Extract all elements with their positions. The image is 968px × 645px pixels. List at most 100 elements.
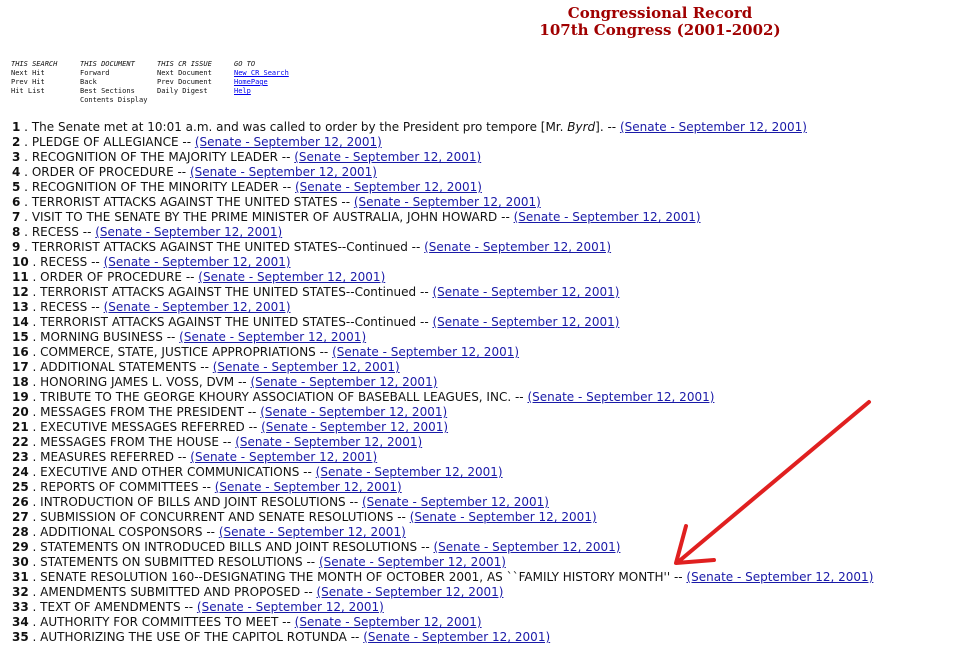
result-item: 35 . AUTHORIZING THE USE OF THE CAPITOL …	[12, 630, 551, 644]
nav-prev-document[interactable]: Prev Document	[157, 78, 212, 87]
senate-date-link[interactable]: (Senate - September 12, 2001)	[432, 285, 619, 299]
result-text: VISIT TO THE SENATE BY THE PRIME MINISTE…	[31, 210, 498, 224]
help-link[interactable]: Help	[234, 87, 289, 96]
senate-date-link[interactable]: (Senate - September 12, 2001)	[104, 255, 291, 269]
senate-date-link[interactable]: (Senate - September 12, 2001)	[433, 540, 620, 554]
result-text: TERRORIST ATTACKS AGAINST THE UNITED STA…	[31, 240, 408, 254]
result-number: 1	[12, 120, 21, 134]
result-text: ].	[595, 120, 604, 134]
senate-date-link[interactable]: (Senate - September 12, 2001)	[319, 555, 506, 569]
page-title: Congressional Record	[567, 4, 753, 22]
result-item: 29 . STATEMENTS ON INTRODUCED BILLS AND …	[12, 540, 621, 554]
result-number: 12	[12, 285, 29, 299]
nav-next-hit[interactable]: Next Hit	[11, 69, 57, 78]
result-number: 31	[12, 570, 29, 584]
senate-date-link[interactable]: (Senate - September 12, 2001)	[190, 165, 377, 179]
senate-date-link[interactable]: (Senate - September 12, 2001)	[527, 390, 714, 404]
result-number: 29	[12, 540, 29, 554]
result-text: AMENDMENTS SUBMITTED AND PROPOSED	[40, 585, 301, 599]
nav-best-sections[interactable]: Best Sections	[80, 87, 147, 96]
result-item: 11 . ORDER OF PROCEDURE -- (Senate - Sep…	[12, 270, 386, 284]
result-number: 21	[12, 420, 29, 434]
result-item: 16 . COMMERCE, STATE, JUSTICE APPROPRIAT…	[12, 345, 520, 359]
result-text: COMMERCE, STATE, JUSTICE APPROPRIATIONS	[40, 345, 316, 359]
result-item: 32 . AMENDMENTS SUBMITTED AND PROPOSED -…	[12, 585, 504, 599]
result-number: 26	[12, 495, 29, 509]
senate-date-link[interactable]: (Senate - September 12, 2001)	[190, 450, 377, 464]
result-text: MORNING BUSINESS	[40, 330, 163, 344]
result-item: 10 . RECESS -- (Senate - September 12, 2…	[12, 255, 291, 269]
senate-date-link[interactable]: (Senate - September 12, 2001)	[362, 495, 549, 509]
senate-date-link[interactable]: (Senate - September 12, 2001)	[363, 630, 550, 644]
result-item: 14 . TERRORIST ATTACKS AGAINST THE UNITE…	[12, 315, 620, 329]
senate-date-link[interactable]: (Senate - September 12, 2001)	[104, 300, 291, 314]
senate-date-link[interactable]: (Senate - September 12, 2001)	[219, 525, 406, 539]
nav-this-cr-issue: THIS CR ISSUE Next Document Prev Documen…	[157, 60, 212, 96]
result-text: RECOGNITION OF THE MAJORITY LEADER	[31, 150, 278, 164]
senate-date-link[interactable]: (Senate - September 12, 2001)	[198, 270, 385, 284]
result-text: ADDITIONAL COSPONSORS	[40, 525, 203, 539]
result-item: 28 . ADDITIONAL COSPONSORS -- (Senate - …	[12, 525, 406, 539]
nav-heading: THIS CR ISSUE	[157, 60, 212, 68]
senate-date-link[interactable]: (Senate - September 12, 2001)	[295, 180, 482, 194]
senate-date-link[interactable]: (Senate - September 12, 2001)	[620, 120, 807, 134]
result-number: 3	[12, 150, 21, 164]
senate-date-link[interactable]: (Senate - September 12, 2001)	[424, 240, 611, 254]
senate-date-link[interactable]: (Senate - September 12, 2001)	[294, 150, 481, 164]
senate-date-link[interactable]: (Senate - September 12, 2001)	[215, 480, 402, 494]
nav-back[interactable]: Back	[80, 78, 147, 87]
result-number: 25	[12, 480, 29, 494]
senate-date-link[interactable]: (Senate - September 12, 2001)	[195, 135, 382, 149]
result-text: TERRORIST ATTACKS AGAINST THE UNITED STA…	[40, 285, 417, 299]
new-cr-search-link[interactable]: New CR Search	[234, 69, 289, 78]
result-text: MEASURES REFERRED	[40, 450, 174, 464]
result-text: EXECUTIVE AND OTHER COMMUNICATIONS	[40, 465, 300, 479]
senate-date-link[interactable]: (Senate - September 12, 2001)	[295, 615, 482, 629]
result-number: 2	[12, 135, 21, 149]
senate-date-link[interactable]: (Senate - September 12, 2001)	[95, 225, 282, 239]
result-number: 33	[12, 600, 29, 614]
result-item: 5 . RECOGNITION OF THE MINORITY LEADER -…	[12, 180, 482, 194]
result-text: TERRORIST ATTACKS AGAINST THE UNITED STA…	[31, 195, 338, 209]
result-item: 15 . MORNING BUSINESS -- (Senate - Septe…	[12, 330, 367, 344]
senate-date-link[interactable]: (Senate - September 12, 2001)	[432, 315, 619, 329]
senate-date-link[interactable]: (Senate - September 12, 2001)	[354, 195, 541, 209]
senate-date-link[interactable]: (Senate - September 12, 2001)	[197, 600, 384, 614]
result-text: REPORTS OF COMMITTEES	[40, 480, 199, 494]
result-item: 2 . PLEDGE OF ALLEGIANCE -- (Senate - Se…	[12, 135, 382, 149]
homepage-link[interactable]: HomePage	[234, 78, 289, 87]
page-header: Congressional Record 107th Congress (200…	[470, 5, 850, 39]
senate-date-link[interactable]: (Senate - September 12, 2001)	[235, 435, 422, 449]
senate-date-link[interactable]: (Senate - September 12, 2001)	[686, 570, 873, 584]
senate-date-link[interactable]: (Senate - September 12, 2001)	[250, 375, 437, 389]
result-number: 13	[12, 300, 29, 314]
nav-daily-digest[interactable]: Daily Digest	[157, 87, 212, 96]
result-text: MESSAGES FROM THE HOUSE	[40, 435, 219, 449]
result-number: 28	[12, 525, 29, 539]
senate-date-link[interactable]: (Senate - September 12, 2001)	[179, 330, 366, 344]
senate-date-link[interactable]: (Senate - September 12, 2001)	[260, 405, 447, 419]
result-item: 3 . RECOGNITION OF THE MAJORITY LEADER -…	[12, 150, 482, 164]
nav-hit-list[interactable]: Hit List	[11, 87, 57, 96]
result-number: 14	[12, 315, 29, 329]
result-number: 4	[12, 165, 21, 179]
senate-date-link[interactable]: (Senate - September 12, 2001)	[332, 345, 519, 359]
senate-date-link[interactable]: (Senate - September 12, 2001)	[213, 360, 400, 374]
nav-contents-display[interactable]: Contents Display	[80, 96, 147, 105]
result-number: 20	[12, 405, 29, 419]
senate-date-link[interactable]: (Senate - September 12, 2001)	[514, 210, 701, 224]
result-item: 25 . REPORTS OF COMMITTEES -- (Senate - …	[12, 480, 402, 494]
nav-forward[interactable]: Forward	[80, 69, 147, 78]
senate-date-link[interactable]: (Senate - September 12, 2001)	[261, 420, 448, 434]
result-item: 8 . RECESS -- (Senate - September 12, 20…	[12, 225, 283, 239]
nav-prev-hit[interactable]: Prev Hit	[11, 78, 57, 87]
senate-date-link[interactable]: (Senate - September 12, 2001)	[316, 585, 503, 599]
nav-next-document[interactable]: Next Document	[157, 69, 212, 78]
senate-date-link[interactable]: (Senate - September 12, 2001)	[410, 510, 597, 524]
result-item: 17 . ADDITIONAL STATEMENTS -- (Senate - …	[12, 360, 400, 374]
result-item: 7 . VISIT TO THE SENATE BY THE PRIME MIN…	[12, 210, 701, 224]
result-item: 23 . MEASURES REFERRED -- (Senate - Sept…	[12, 450, 378, 464]
result-item: 19 . TRIBUTE TO THE GEORGE KHOURY ASSOCI…	[12, 390, 715, 404]
result-text: INTRODUCTION OF BILLS AND JOINT RESOLUTI…	[40, 495, 346, 509]
senate-date-link[interactable]: (Senate - September 12, 2001)	[316, 465, 503, 479]
